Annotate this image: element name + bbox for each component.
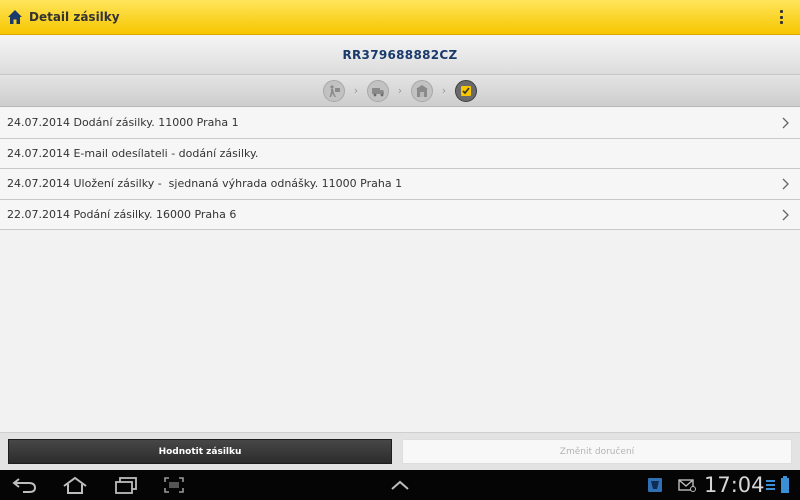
posting-step-icon bbox=[323, 79, 345, 102]
notification-icon[interactable] bbox=[647, 477, 663, 493]
post-office-step-icon bbox=[411, 79, 433, 102]
action-bar: Detail zásilky bbox=[0, 0, 800, 35]
recent-apps-icon[interactable] bbox=[114, 476, 138, 494]
system-navigation-bar: 17:04 bbox=[0, 470, 800, 500]
list-item[interactable]: 24.07.2014 Uložení zásilky - sjednaná vý… bbox=[0, 169, 800, 200]
step-separator-icon: › bbox=[353, 84, 359, 97]
bottom-button-bar: Hodnotit zásilku Změnit doručení bbox=[0, 432, 800, 470]
status-steps-bar: › › › bbox=[0, 75, 800, 107]
step-separator-icon: › bbox=[397, 84, 403, 97]
rate-parcel-button[interactable]: Hodnotit zásilku bbox=[8, 439, 392, 464]
change-delivery-button[interactable]: Změnit doručení bbox=[402, 439, 792, 464]
transport-step-icon bbox=[367, 79, 389, 102]
step-separator-icon: › bbox=[441, 84, 447, 97]
battery-icon bbox=[781, 476, 789, 493]
signal-icon bbox=[766, 480, 775, 490]
list-item[interactable]: 24.07.2014 Dodání zásilky. 11000 Praha 1 bbox=[0, 108, 800, 139]
event-text: 24.07.2014 Dodání zásilky. 11000 Praha 1 bbox=[7, 116, 239, 130]
chevron-right-icon bbox=[782, 117, 789, 129]
event-text: 24.07.2014 Uložení zásilky - sjednaná vý… bbox=[7, 177, 403, 191]
event-text: 22.07.2014 Podání zásilky. 16000 Praha 6 bbox=[7, 207, 237, 221]
back-icon[interactable] bbox=[12, 476, 38, 494]
chevron-right-icon bbox=[782, 209, 789, 220]
chevron-right-icon bbox=[782, 178, 789, 190]
tracking-number: RR379688882CZ bbox=[342, 48, 458, 62]
clock: 17:04 bbox=[704, 473, 765, 497]
email-icon[interactable] bbox=[678, 478, 696, 492]
home-icon[interactable] bbox=[7, 9, 23, 25]
list-item: 24.07.2014 E-mail odesílateli - dodání z… bbox=[0, 138, 800, 169]
app-title: Detail zásilky bbox=[29, 10, 120, 24]
delivered-step-icon bbox=[455, 79, 477, 102]
tracking-header: RR379688882CZ bbox=[0, 36, 800, 75]
home-nav-icon[interactable] bbox=[62, 476, 88, 494]
up-arrow-icon[interactable] bbox=[390, 479, 410, 491]
events-list: 24.07.2014 Dodání zásilky. 11000 Praha 1… bbox=[0, 108, 800, 230]
overflow-menu-icon[interactable] bbox=[780, 10, 784, 24]
screenshot-icon[interactable] bbox=[163, 476, 185, 494]
list-item[interactable]: 22.07.2014 Podání zásilky. 16000 Praha 6 bbox=[0, 199, 800, 230]
event-text: 24.07.2014 E-mail odesílateli - dodání z… bbox=[7, 146, 259, 160]
